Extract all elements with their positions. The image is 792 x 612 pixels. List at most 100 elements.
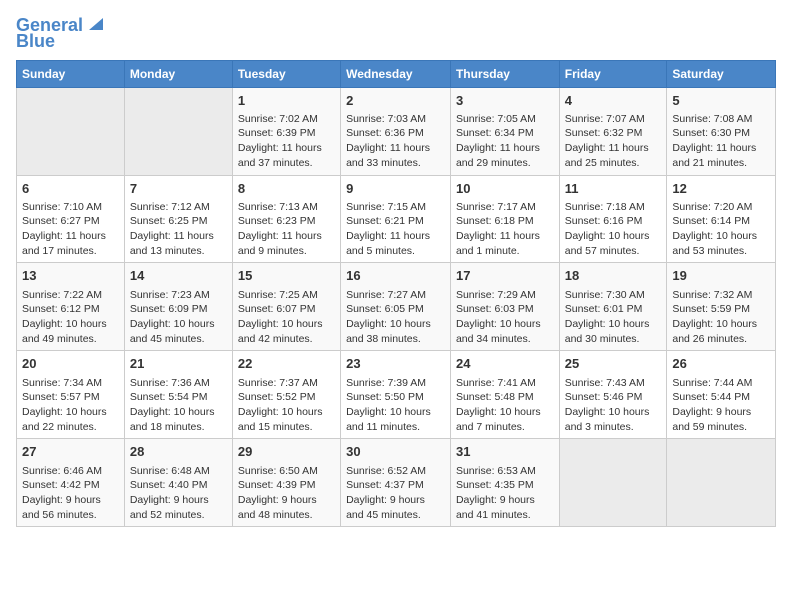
sunrise: Sunrise: 7:34 AM — [22, 377, 102, 389]
sunset: Sunset: 4:35 PM — [456, 479, 534, 491]
day-number: 24 — [456, 355, 554, 373]
sunrise: Sunrise: 7:20 AM — [672, 201, 752, 213]
sunset: Sunset: 6:21 PM — [346, 215, 424, 227]
day-header-row: SundayMondayTuesdayWednesdayThursdayFrid… — [17, 60, 776, 87]
sunset: Sunset: 5:57 PM — [22, 391, 100, 403]
sunset: Sunset: 6:05 PM — [346, 303, 424, 315]
day-number: 3 — [456, 92, 554, 110]
calendar-cell: 19Sunrise: 7:32 AMSunset: 5:59 PMDayligh… — [667, 263, 776, 351]
sunset: Sunset: 4:40 PM — [130, 479, 208, 491]
day-number: 25 — [565, 355, 662, 373]
sunrise: Sunrise: 7:03 AM — [346, 113, 426, 125]
calendar-body: 1Sunrise: 7:02 AMSunset: 6:39 PMDaylight… — [17, 87, 776, 527]
sunrise: Sunrise: 7:30 AM — [565, 289, 645, 301]
calendar-cell: 13Sunrise: 7:22 AMSunset: 6:12 PMDayligh… — [17, 263, 125, 351]
day-number: 10 — [456, 180, 554, 198]
day-number: 31 — [456, 443, 554, 461]
week-row-5: 27 Sunrise: 6:46 AM Sunset: 4:42 PM Dayligh… — [17, 439, 776, 527]
sunrise: Sunrise: 7:07 AM — [565, 113, 645, 125]
sunset: Sunset: 6:16 PM — [565, 215, 643, 227]
daylight: Daylight: 10 hours and 45 minutes. — [130, 318, 215, 345]
sunset: Sunset: 6:23 PM — [238, 215, 316, 227]
calendar-cell: 6Sunrise: 7:10 AMSunset: 6:27 PMDaylight… — [17, 175, 125, 263]
day-number: 8 — [238, 180, 335, 198]
daylight: Daylight: 10 hours and 3 minutes. — [565, 406, 650, 433]
day-of-week-sunday: Sunday — [17, 60, 125, 87]
daylight: Daylight: 11 hours and 5 minutes. — [346, 230, 430, 257]
sunrise: Sunrise: 7:05 AM — [456, 113, 536, 125]
day-number: 11 — [565, 180, 662, 198]
sunrise: Sunrise: 7:32 AM — [672, 289, 752, 301]
sunset: Sunset: 5:54 PM — [130, 391, 208, 403]
sunrise: Sunrise: 7:02 AM — [238, 113, 318, 125]
day-number: 16 — [346, 267, 445, 285]
calendar-cell: 27Sunrise: 6:46 AMSunset: 4:42 PMDayligh… — [17, 439, 125, 527]
calendar-cell: 12Sunrise: 7:20 AMSunset: 6:14 PMDayligh… — [667, 175, 776, 263]
sunrise: Sunrise: 7:13 AM — [238, 201, 318, 213]
daylight: Daylight: 10 hours and 34 minutes. — [456, 318, 541, 345]
calendar-cell: 16 Sunrise: 7:27 AM Sunset: 6:05 PM Dayligh… — [341, 263, 451, 351]
sunrise: Sunrise: 7:36 AM — [130, 377, 210, 389]
daylight: Daylight: 10 hours and 22 minutes. — [22, 406, 107, 433]
day-number: 9 — [346, 180, 445, 198]
sunset: Sunset: 6:27 PM — [22, 215, 100, 227]
day-number: 2 — [346, 92, 445, 110]
daylight: Daylight: 11 hours and 17 minutes. — [22, 230, 106, 257]
week-row-2: 6Sunrise: 7:10 AMSunset: 6:27 PMDaylight… — [17, 175, 776, 263]
sunset: Sunset: 6:30 PM — [672, 127, 750, 139]
page-header: General Blue — [16, 16, 776, 52]
sunset: Sunset: 6:01 PM — [565, 303, 643, 315]
sunrise: Sunrise: 7:22 AM — [22, 289, 102, 301]
daylight: Daylight: 11 hours and 21 minutes. — [672, 142, 756, 169]
calendar-cell: 4Sunrise: 7:07 AMSunset: 6:32 PMDaylight… — [559, 87, 667, 175]
sunset: Sunset: 5:59 PM — [672, 303, 750, 315]
sunset: Sunset: 5:52 PM — [238, 391, 316, 403]
calendar-cell: 9Sunrise: 7:15 AMSunset: 6:21 PMDaylight… — [341, 175, 451, 263]
day-number: 28 — [130, 443, 227, 461]
calendar-cell: 11Sunrise: 7:18 AMSunset: 6:16 PMDayligh… — [559, 175, 667, 263]
daylight: Daylight: 11 hours and 1 minute. — [456, 230, 540, 257]
sunset: Sunset: 4:39 PM — [238, 479, 316, 491]
sunrise: Sunrise: 7:27 AM — [346, 289, 426, 301]
daylight: Daylight: 10 hours and 42 minutes. — [238, 318, 323, 345]
daylight: Daylight: 9 hours and 48 minutes. — [238, 494, 317, 521]
sunset: Sunset: 6:36 PM — [346, 127, 424, 139]
day-number: 27 — [22, 443, 119, 461]
sunset: Sunset: 6:09 PM — [130, 303, 208, 315]
calendar-cell: 3 Sunrise: 7:05 AM Sunset: 6:34 PM Daylight… — [450, 87, 559, 175]
day-number: 7 — [130, 180, 227, 198]
day-number: 30 — [346, 443, 445, 461]
daylight: Daylight: 11 hours and 25 minutes. — [565, 142, 649, 169]
sunrise: Sunrise: 7:12 AM — [130, 201, 210, 213]
daylight: Daylight: 10 hours and 38 minutes. — [346, 318, 431, 345]
sunrise: Sunrise: 7:10 AM — [22, 201, 102, 213]
day-of-week-saturday: Saturday — [667, 60, 776, 87]
sunrise: Sunrise: 7:29 AM — [456, 289, 536, 301]
daylight: Daylight: 11 hours and 37 minutes. — [238, 142, 322, 169]
calendar-cell: 10Sunrise: 7:17 AMSunset: 6:18 PMDayligh… — [450, 175, 559, 263]
logo-blue-text: Blue — [16, 32, 55, 52]
sunrise: Sunrise: 6:46 AM — [22, 465, 102, 477]
day-of-week-wednesday: Wednesday — [341, 60, 451, 87]
calendar-cell: 1Sunrise: 7:02 AMSunset: 6:39 PMDaylight… — [232, 87, 340, 175]
week-row-1: 1Sunrise: 7:02 AMSunset: 6:39 PMDaylight… — [17, 87, 776, 175]
logo-icon — [85, 14, 103, 32]
daylight: Daylight: 10 hours and 7 minutes. — [456, 406, 541, 433]
calendar-cell: 20Sunrise: 7:34 AMSunset: 5:57 PMDayligh… — [17, 351, 125, 439]
daylight: Daylight: 11 hours and 29 minutes. — [456, 142, 540, 169]
calendar-cell: 5Sunrise: 7:08 AMSunset: 6:30 PMDaylight… — [667, 87, 776, 175]
calendar-cell: 8Sunrise: 7:13 AMSunset: 6:23 PMDaylight… — [232, 175, 340, 263]
calendar-cell: 7Sunrise: 7:12 AMSunset: 6:25 PMDaylight… — [124, 175, 232, 263]
day-number: 1 — [238, 92, 335, 110]
day-number: 13 — [22, 267, 119, 285]
calendar-cell — [124, 87, 232, 175]
sunset: Sunset: 4:42 PM — [22, 479, 100, 491]
day-number: 22 — [238, 355, 335, 373]
calendar-cell: 21Sunrise: 7:36 AMSunset: 5:54 PMDayligh… — [124, 351, 232, 439]
calendar-cell: 24Sunrise: 7:41 AMSunset: 5:48 PMDayligh… — [450, 351, 559, 439]
sunset: Sunset: 6:34 PM — [456, 127, 534, 139]
sunset: Sunset: 6:03 PM — [456, 303, 534, 315]
sunrise: Sunrise: 7:08 AM — [672, 113, 752, 125]
sunrise: Sunrise: 7:44 AM — [672, 377, 752, 389]
sunset: Sunset: 6:25 PM — [130, 215, 208, 227]
